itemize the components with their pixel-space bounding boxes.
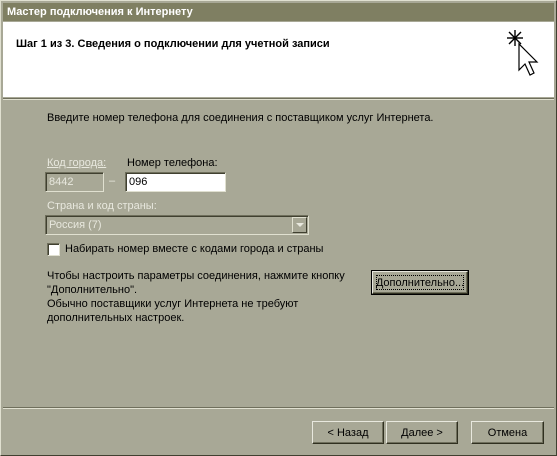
phone-number-field[interactable]: 096 bbox=[125, 172, 226, 192]
wizard-header: Шаг 1 из 3. Сведения о подключении для у… bbox=[3, 22, 554, 97]
area-code-field[interactable]: 8442 bbox=[45, 172, 104, 192]
advanced-text-line2: "Дополнительно". bbox=[47, 284, 138, 296]
wizard-sparkle-cursor-icon bbox=[507, 30, 539, 76]
step-title: Шаг 1 из 3. Сведения о подключении для у… bbox=[16, 38, 330, 50]
next-button[interactable]: Далее > bbox=[386, 421, 458, 444]
country-select[interactable]: Россия (7) bbox=[45, 215, 309, 235]
window-title: Мастер подключения к Интернету bbox=[7, 6, 193, 18]
country-label: Страна и код страны: bbox=[47, 200, 157, 212]
wizard-window: Мастер подключения к Интернету Шаг 1 из … bbox=[0, 0, 557, 456]
advanced-button[interactable]: Дополнительно... bbox=[371, 270, 469, 295]
phone-label: Номер телефона: bbox=[127, 157, 218, 169]
header-separator bbox=[3, 98, 554, 100]
dial-codes-checkbox[interactable] bbox=[47, 243, 60, 256]
advanced-text-line4: дополнительных настроек. bbox=[47, 312, 185, 324]
footer-separator bbox=[3, 407, 554, 409]
focus-rect bbox=[376, 275, 464, 290]
dial-codes-label[interactable]: Набирать номер вместе с кодами города и … bbox=[65, 243, 323, 255]
cancel-button[interactable]: Отмена bbox=[471, 421, 544, 444]
dash-separator: – bbox=[109, 175, 116, 187]
country-select-value: Россия (7) bbox=[49, 219, 102, 231]
advanced-text-line1: Чтобы настроить параметры соединения, на… bbox=[47, 270, 345, 282]
back-button[interactable]: < Назад bbox=[312, 421, 384, 444]
area-code-label: Код города: bbox=[47, 157, 107, 169]
advanced-text-line3: Обычно поставщики услуг Интернета не тре… bbox=[47, 298, 299, 310]
title-bar: Мастер подключения к Интернету bbox=[3, 3, 554, 21]
intro-text: Введите номер телефона для соединения с … bbox=[47, 112, 434, 124]
chevron-down-icon[interactable] bbox=[292, 217, 307, 233]
